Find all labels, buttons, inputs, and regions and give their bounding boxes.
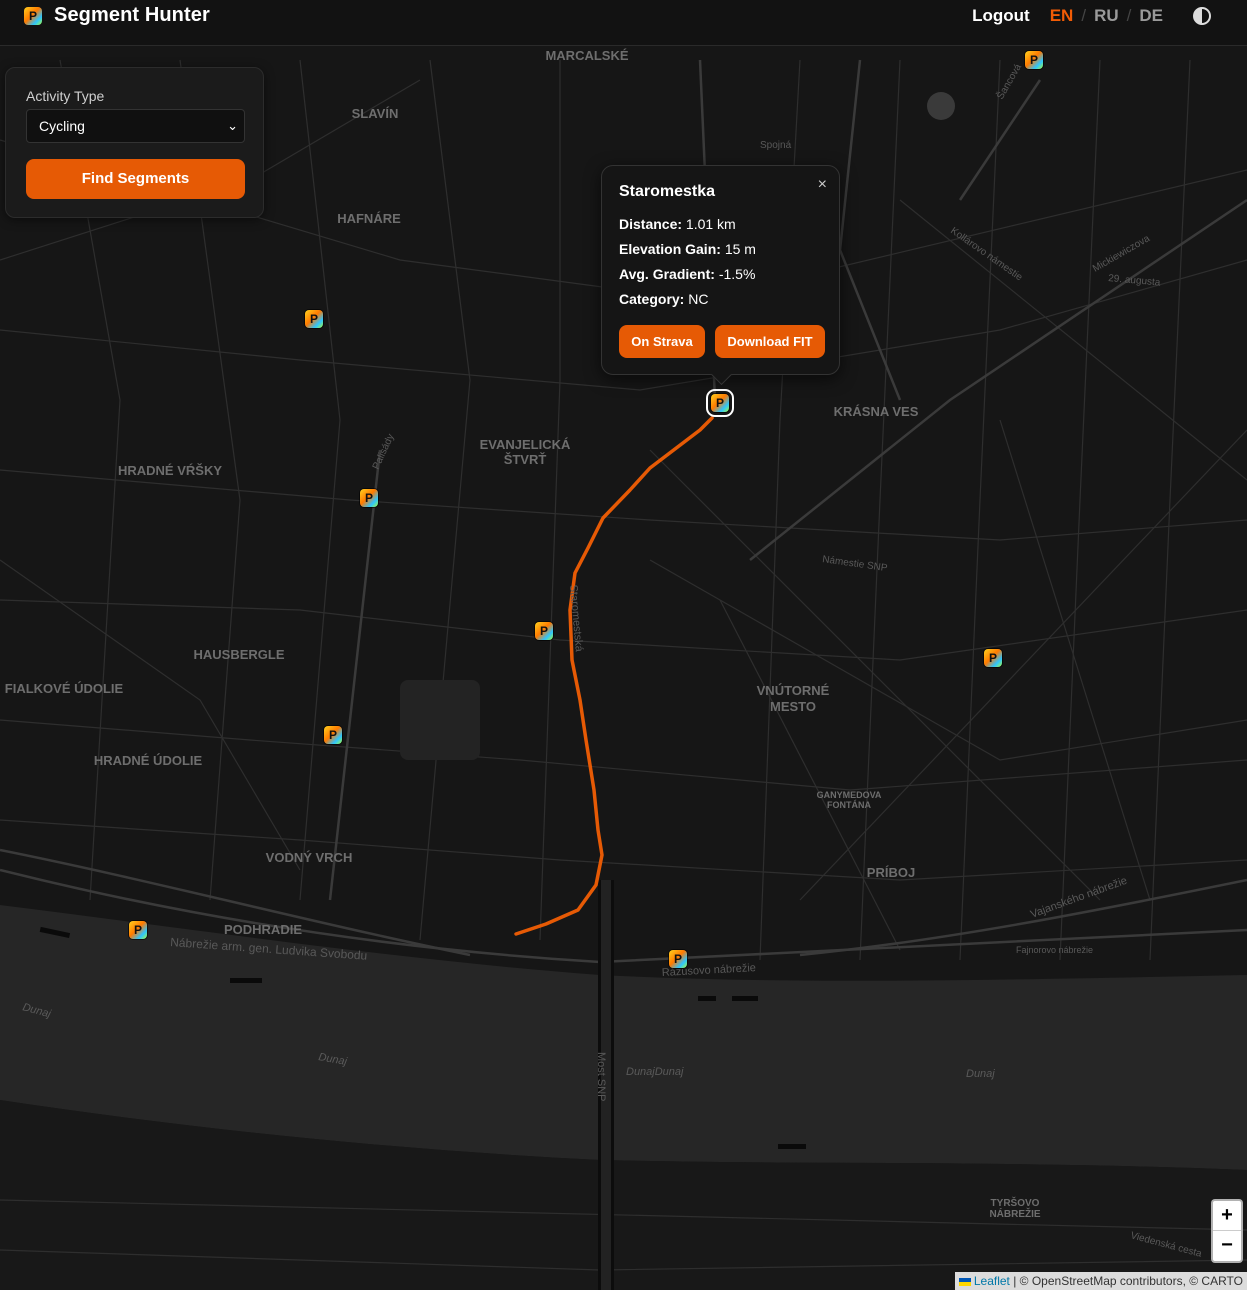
app-title: Segment Hunter [54,4,210,26]
theme-toggle-icon[interactable] [1193,7,1211,25]
brand[interactable]: P Segment Hunter [24,4,210,27]
district-label: FIALKOVÉ ÚDOLIE [5,681,124,696]
segment-marker[interactable]: P [324,726,342,744]
distance-row: Distance: 1.01 km [619,216,736,232]
gradient-label: Avg. Gradient: [619,266,715,282]
zoom-out-button[interactable]: − [1213,1231,1241,1260]
segment-marker[interactable]: P [1025,51,1043,69]
district-label: HAUSBERGLE [193,647,284,662]
segment-marker[interactable]: P [669,950,687,968]
lang-separator: / [1126,6,1132,25]
attribution-text: | © OpenStreetMap contributors, © CARTO [1009,1274,1243,1288]
segment-marker[interactable]: P [360,489,378,507]
district-label: ŠTVRŤ [504,452,547,467]
district-label: FONTÁNA [827,800,871,810]
category-row: Category: NC [619,291,708,307]
category-label: Category: [619,291,685,307]
gradient-value: -1.5% [718,266,756,282]
top-bar: P Segment Hunter Logout EN / RU / DE [0,0,1247,46]
segment-marker[interactable]: P [305,310,323,328]
street-label: Fajnorovo nábrežie [1016,945,1093,955]
leaflet-link[interactable]: Leaflet [974,1274,1010,1288]
district-label: GANYMEDOVA [817,790,882,800]
street-label: Most SNP [595,1052,607,1102]
on-strava-button[interactable]: On Strava [619,325,705,358]
district-label: VODNÝ VRCH [266,850,353,865]
download-fit-button[interactable]: Download FIT [715,325,825,358]
chevron-down-icon: ⌄ [227,118,238,133]
segment-marker[interactable]: P [535,622,553,640]
search-panel: Activity Type Cycling ⌄ Find Segments [5,67,264,218]
district-label: HRADNÉ ÚDOLIE [94,753,203,768]
distance-value: 1.01 km [685,216,736,232]
segment-popup: Staromestka × Distance: 1.01 km Elevatio… [601,165,840,386]
lang-separator: / [1081,6,1087,25]
ukraine-flag-icon [958,1277,971,1286]
district-label: EVANJELICKÁ [480,437,571,452]
district-label: TYRŠOVO [991,1196,1040,1209]
activity-type-value: Cycling [39,118,85,134]
popup-title: Staromestka [619,183,716,200]
activity-type-select[interactable]: Cycling ⌄ [26,109,245,143]
district-label: MESTO [770,699,816,714]
close-icon[interactable]: × [818,176,827,194]
lang-ru[interactable]: RU [1094,6,1119,26]
district-label: NÁBREŽIE [989,1207,1040,1220]
district-label: PRÍBOJ [867,865,915,880]
zoom-in-button[interactable]: + [1213,1201,1241,1231]
logout-link[interactable]: Logout [972,6,1030,26]
street-label: Spojná [760,140,792,151]
district-label: KRÁSNA VES [834,404,919,419]
activity-type-label: Activity Type [26,88,105,104]
map-attribution: Leaflet | © OpenStreetMap contributors, … [954,1272,1247,1290]
find-segments-button[interactable]: Find Segments [26,159,245,199]
elevation-value: 15 m [724,241,756,257]
segment-marker-selected[interactable]: P [706,389,734,417]
district-label: HRADNÉ VŔŠKY [118,463,222,478]
segment-marker[interactable]: P [984,649,1002,667]
river-label: Dunaj [966,1068,995,1080]
gradient-row: Avg. Gradient: -1.5% [619,266,755,282]
district-label: SLAVÍN [352,106,399,121]
zoom-control: + − [1211,1199,1243,1263]
district-label: MARCALSKÉ [545,48,628,63]
district-label: PODHRADIE [224,922,302,937]
river-label: DunajDunaj [626,1066,684,1078]
segment-marker[interactable]: P [129,921,147,939]
header-actions: Logout EN / RU / DE [972,6,1211,26]
lang-en[interactable]: EN [1050,6,1074,26]
distance-label: Distance: [619,216,683,232]
district-label: VNÚTORNÉ [757,683,830,698]
elevation-label: Elevation Gain: [619,241,721,257]
elevation-row: Elevation Gain: 15 m [619,241,756,257]
lang-de[interactable]: DE [1139,6,1163,26]
district-label: HAFNÁRE [337,211,401,226]
category-value: NC [688,291,709,307]
app-logo-icon: P [24,6,42,25]
